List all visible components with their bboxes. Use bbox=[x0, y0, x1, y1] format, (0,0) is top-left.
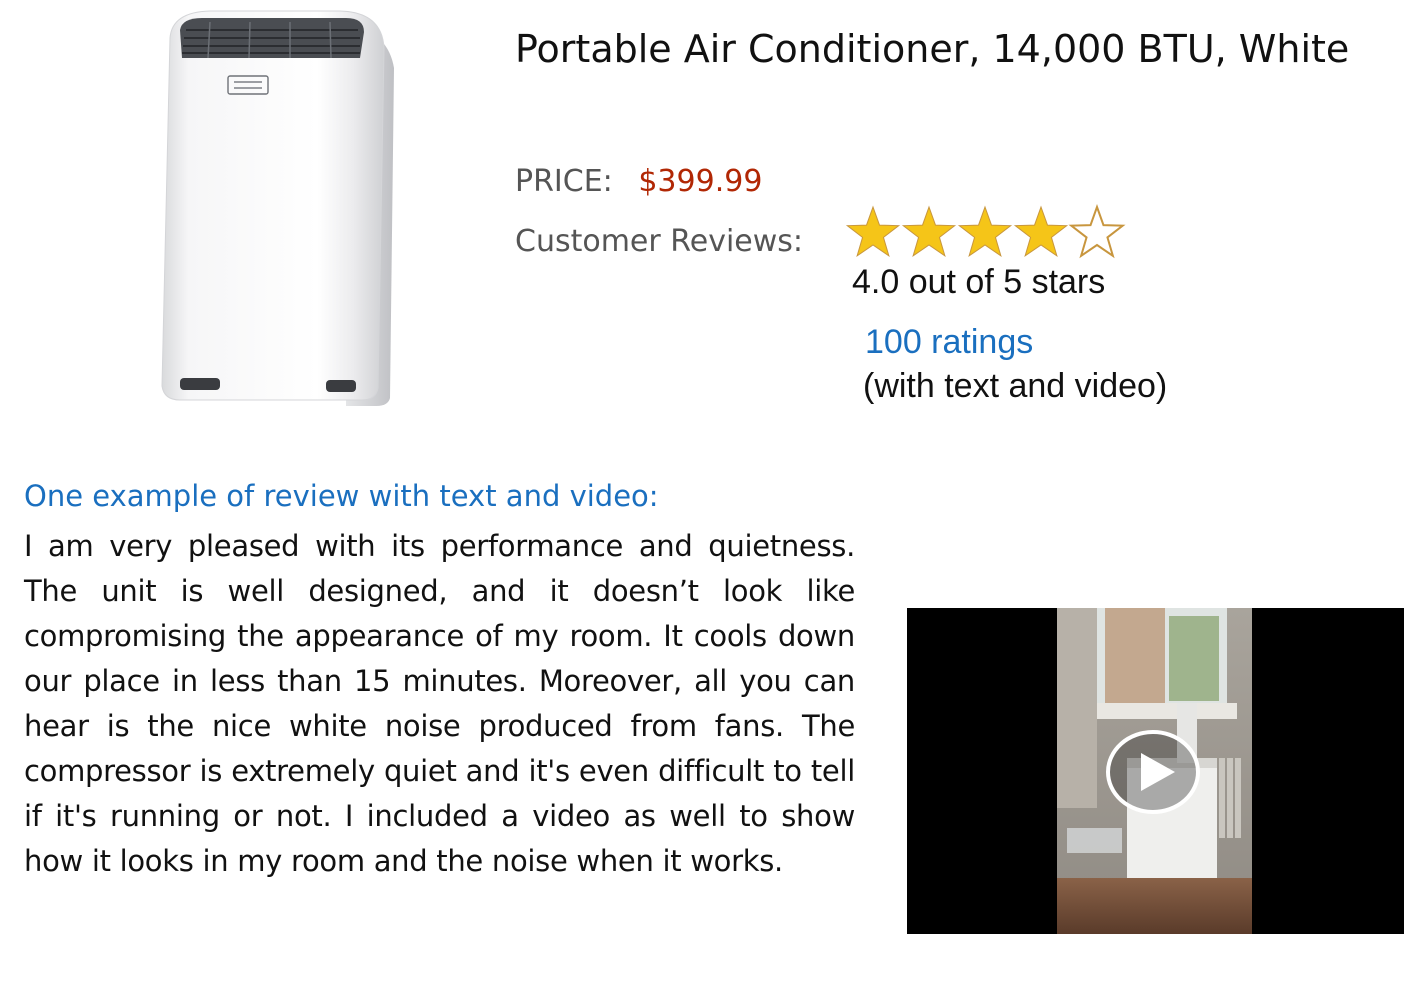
review-text: I am very pleased with its performance a… bbox=[24, 529, 855, 878]
rating-text: 4.0 out of 5 stars bbox=[852, 263, 1106, 301]
star-empty-icon bbox=[1068, 204, 1126, 259]
review-video-player[interactable] bbox=[907, 608, 1404, 934]
ratings-note: (with text and video) bbox=[863, 367, 1168, 405]
star-filled-icon bbox=[845, 205, 901, 258]
star-filled-icon bbox=[957, 205, 1013, 258]
play-icon[interactable] bbox=[1105, 729, 1201, 815]
ratings-count-link[interactable]: 100 ratings bbox=[865, 322, 1033, 362]
review-heading: One example of review with text and vide… bbox=[24, 479, 659, 513]
product-image bbox=[161, 10, 394, 406]
price-row: PRICE: $399.99 bbox=[515, 160, 762, 204]
star-filled-icon bbox=[901, 205, 957, 258]
price-label: PRICE: bbox=[515, 164, 613, 199]
star-filled-icon bbox=[1013, 205, 1069, 258]
customer-reviews-label: Customer Reviews: bbox=[515, 224, 804, 259]
product-title: Portable Air Conditioner, 14,000 BTU, Wh… bbox=[515, 27, 1350, 71]
star-rating[interactable] bbox=[845, 204, 1127, 262]
price-value: $399.99 bbox=[638, 164, 763, 199]
